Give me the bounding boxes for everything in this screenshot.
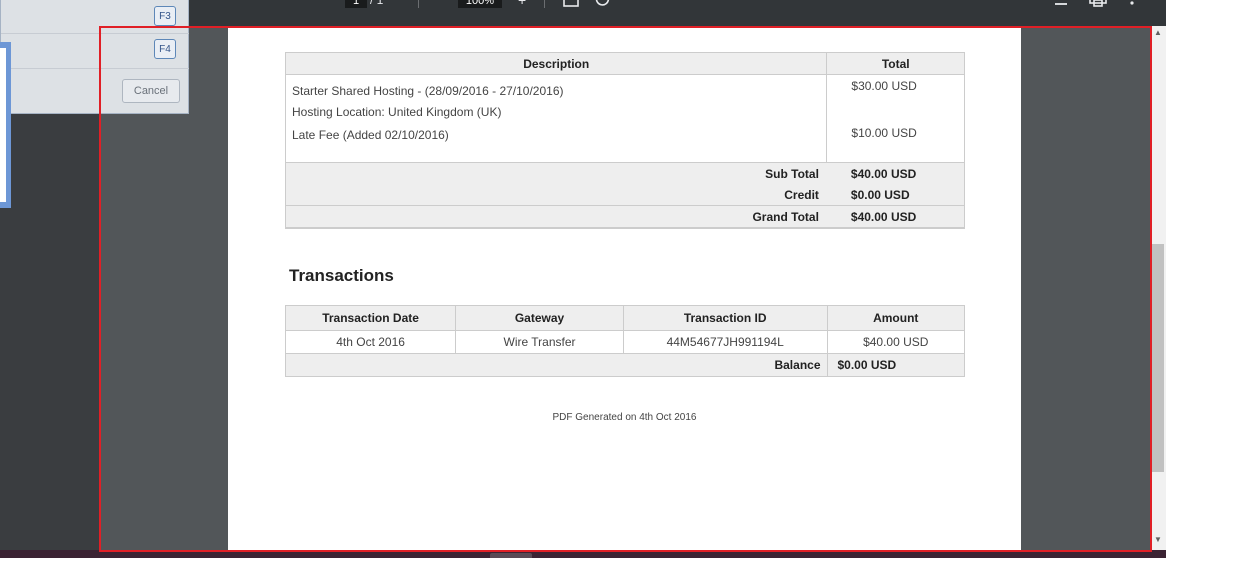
shortcut-key-f4[interactable]: F4 [154,39,176,59]
subtotal-label: Sub Total [284,162,827,184]
balance-label: Balance [285,353,828,377]
transaction-id: 44M54677JH991194L [622,330,828,354]
taskbar-strip [0,550,1166,558]
shortcut-dialog: F3 F4 Cancel [0,0,189,114]
grand-total-value: $40.00 USD [826,205,965,229]
column-header: Gateway [455,305,624,331]
transactions-heading: Transactions [289,266,394,285]
toolbar-divider [418,0,419,8]
print-icon[interactable] [1088,0,1108,13]
transaction-date: 4th Oct 2016 [284,330,457,354]
column-header: Transaction Date [284,305,457,331]
more-vertical-icon[interactable] [1129,0,1135,13]
item-description: Late Fee (Added 02/10/2016) [284,124,827,163]
scroll-up-arrow-icon[interactable]: ▲ [1154,28,1162,37]
invoice-items-table: Description Total Starter Shared Hosting… [284,52,965,229]
page-count: / 1 [370,0,384,7]
download-icon[interactable] [1053,0,1069,13]
item-total: $30.00 USD [826,74,965,124]
summary-row: Credit $0.00 USD [284,184,965,206]
grand-total-label: Grand Total [284,205,827,229]
rotate-icon[interactable] [594,0,612,13]
item-total: $10.00 USD [826,124,965,163]
pdf-generated-note: PDF Generated on 4th Oct 2016 [552,412,697,423]
transactions-table: Transaction Date Gateway Transaction ID … [284,305,965,377]
transaction-gateway: Wire Transfer [455,330,624,354]
scrollbar-thumb[interactable] [1152,244,1164,472]
taskbar-item[interactable] [490,553,532,558]
balance-value: $0.00 USD [826,353,965,377]
balance-row: Balance $0.00 USD [285,353,965,377]
scroll-down-arrow-icon[interactable]: ▼ [1154,535,1162,544]
credit-value: $0.00 USD [826,184,965,206]
summary-row: Sub Total $40.00 USD [284,162,965,184]
dialog-divider [1,33,189,34]
shortcut-key-f3[interactable]: F3 [154,6,176,26]
description-header: Description [284,52,828,75]
fit-page-icon[interactable] [562,0,580,13]
zoom-input[interactable]: 100% [458,0,502,8]
item-location: Hosting Location: United Kingdom (UK) [292,105,502,119]
column-header: Amount [826,305,965,331]
zoom-in-button[interactable]: + [518,0,526,8]
page-number-input[interactable]: 1 [345,0,367,8]
dialog-divider [1,68,189,69]
table-row: Starter Shared Hosting - (28/09/2016 - 2… [284,74,965,124]
table-row: 4th Oct 2016 Wire Transfer 44M54677JH991… [284,330,965,354]
column-header: Transaction ID [622,305,828,331]
item-description: Starter Shared Hosting - (28/09/2016 - 2… [292,84,564,98]
credit-label: Credit [284,184,827,206]
subtotal-value: $40.00 USD [826,162,965,184]
total-header: Total [826,52,965,75]
toolbar-divider [544,0,545,8]
transaction-amount: $40.00 USD [826,330,965,354]
cancel-button[interactable]: Cancel [122,79,180,103]
summary-row: Grand Total $40.00 USD [284,205,965,229]
window-preview-inner [0,48,6,202]
table-header-row: Transaction Date Gateway Transaction ID … [284,305,965,331]
table-row: Late Fee (Added 02/10/2016) $10.00 USD [284,124,965,163]
